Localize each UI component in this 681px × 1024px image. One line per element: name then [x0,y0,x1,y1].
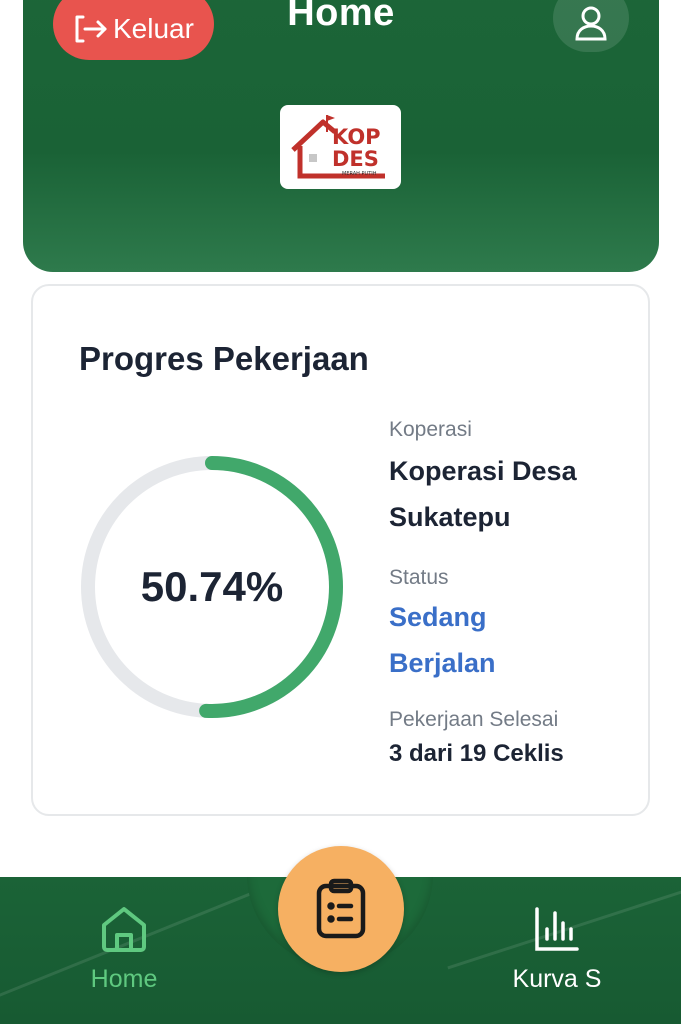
status-label: Status [389,566,449,589]
header: Keluar Home KOP DES MERAH PUTIH [23,0,659,272]
bar-chart-icon [535,907,579,951]
home-icon [102,907,146,952]
nav-label-kurva-s: Kurva S [512,965,602,993]
progress-info: Koperasi Koperasi Desa Sukatepu Status S… [389,416,629,772]
koperasi-value-line2: Sukatepu [389,502,511,532]
checklist-fab-button[interactable] [278,846,404,972]
svg-text:KOP: KOP [332,125,381,149]
profile-button[interactable] [553,0,629,52]
nav-label-home: Home [90,965,158,993]
koperasi-label: Koperasi [389,418,472,441]
nav-item-home[interactable]: Home [54,905,194,994]
koperasi-value-line1: Koperasi Desa [389,456,577,486]
progress-percent: 50.74% [140,563,284,610]
user-icon [575,6,607,41]
status-value-line1: Sedang [389,602,487,632]
clipboard-list-icon [316,878,366,939]
svg-text:MERAH PUTIH: MERAH PUTIH [342,171,377,177]
completed-label: Pekerjaan Selesai [389,708,559,731]
card-title: Progres Pekerjaan [79,340,369,377]
kopdes-logo: KOP DES MERAH PUTIH [280,105,401,189]
app-screen: Keluar Home KOP DES MERAH PUTIH Progres … [0,0,681,1024]
completed-value: 3 dari 19 Ceklis [389,740,564,767]
nav-item-kurva-s[interactable]: Kurva S [487,905,627,994]
svg-text:DES: DES [332,147,379,171]
progress-card: Progres Pekerjaan 50.74% Koperasi Kopera… [31,284,650,816]
status-value-line2: Berjalan [389,648,496,678]
